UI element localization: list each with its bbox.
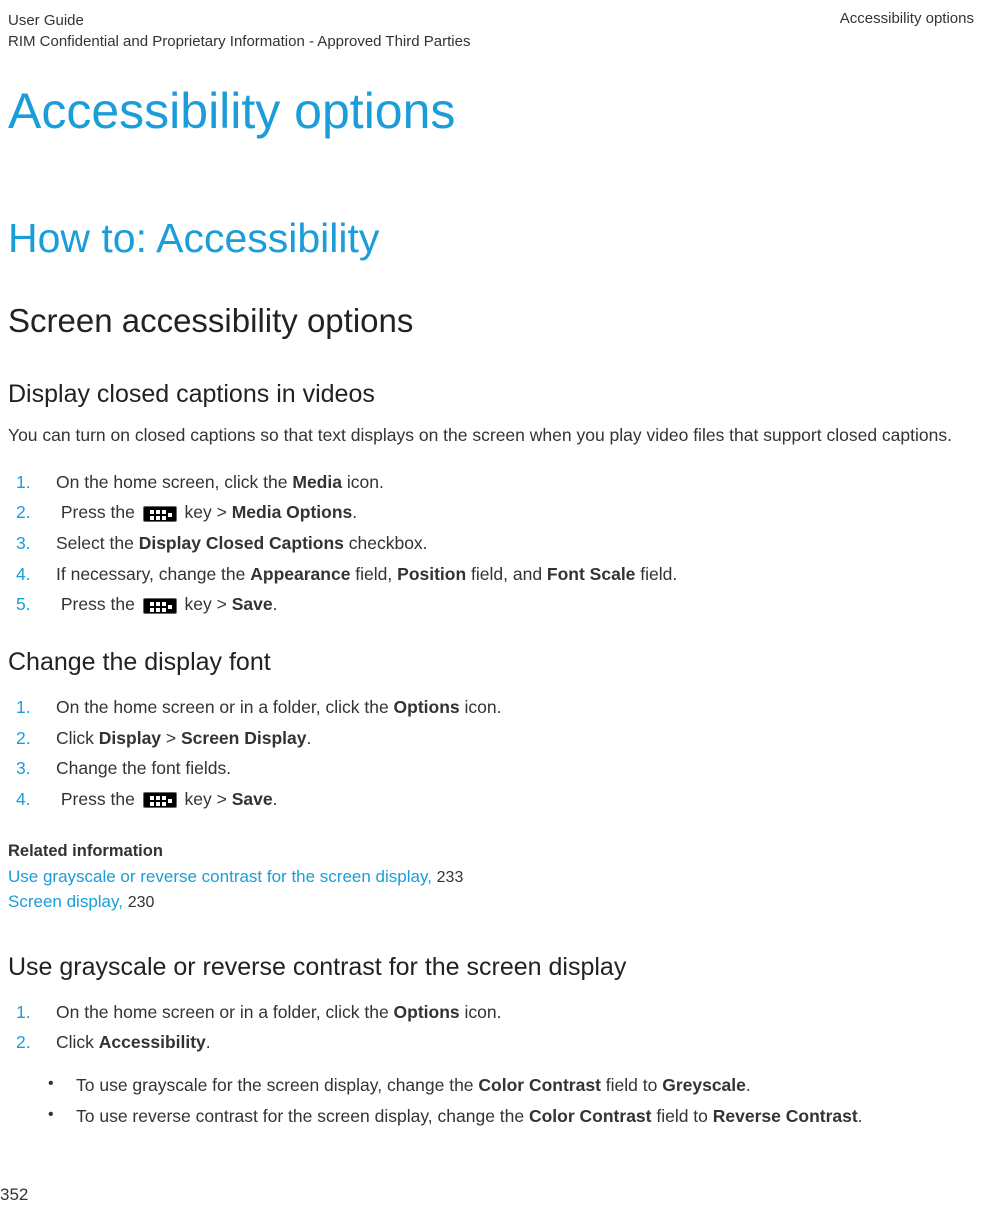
list-item: To use grayscale for the screen display,… <box>8 1070 974 1101</box>
page-title: Accessibility options <box>8 82 974 140</box>
closed-captions-steps: On the home screen, click the Media icon… <box>8 467 974 620</box>
list-item: Select the Display Closed Captions check… <box>8 528 974 559</box>
howto-heading: How to: Accessibility <box>8 215 974 262</box>
list-item: Press the key > Save. <box>8 784 974 815</box>
screen-accessibility-heading: Screen accessibility options <box>8 302 974 340</box>
list-item: If necessary, change the Appearance fiel… <box>8 559 974 590</box>
list-item: On the home screen, click the Media icon… <box>8 467 974 498</box>
closed-captions-heading: Display closed captions in videos <box>8 380 974 409</box>
page-header: User Guide RIM Confidential and Propriet… <box>8 10 974 52</box>
related-information: Related information Use grayscale or rev… <box>8 842 974 914</box>
list-item: On the home screen or in a folder, click… <box>8 997 974 1028</box>
list-item: Click Display > Screen Display. <box>8 723 974 754</box>
change-font-heading: Change the display font <box>8 648 974 677</box>
related-heading: Related information <box>8 842 974 861</box>
grayscale-heading: Use grayscale or reverse contrast for th… <box>8 953 974 982</box>
grayscale-sublist: To use grayscale for the screen display,… <box>8 1070 974 1131</box>
list-item: On the home screen or in a folder, click… <box>8 692 974 723</box>
list-item: Click Accessibility. <box>8 1027 974 1058</box>
related-link-grayscale[interactable]: Use grayscale or reverse contrast for th… <box>8 865 974 890</box>
grayscale-steps: On the home screen or in a folder, click… <box>8 997 974 1058</box>
closed-captions-intro: You can turn on closed captions so that … <box>8 424 974 447</box>
header-guide-label: User Guide <box>8 10 470 31</box>
menu-key-icon <box>143 598 177 614</box>
header-section-label: Accessibility options <box>840 10 974 27</box>
page-number: 352 <box>0 1185 28 1205</box>
list-item: To use reverse contrast for the screen d… <box>8 1101 974 1132</box>
list-item: Press the key > Media Options. <box>8 497 974 528</box>
list-item: Press the key > Save. <box>8 589 974 620</box>
list-item: Change the font fields. <box>8 753 974 784</box>
header-left: User Guide RIM Confidential and Propriet… <box>8 10 470 52</box>
menu-key-icon <box>143 506 177 522</box>
menu-key-icon <box>143 792 177 808</box>
change-font-steps: On the home screen or in a folder, click… <box>8 692 974 815</box>
related-link-screen-display[interactable]: Screen display, 230 <box>8 890 974 915</box>
header-confidential-label: RIM Confidential and Proprietary Informa… <box>8 31 470 52</box>
